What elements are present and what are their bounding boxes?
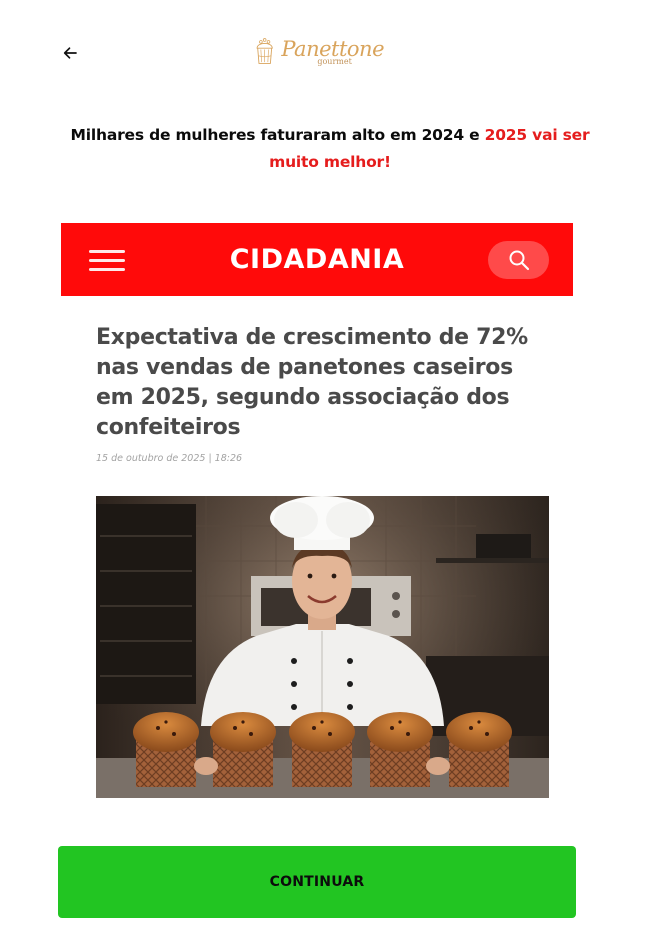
back-button[interactable] bbox=[58, 41, 82, 65]
search-icon bbox=[509, 250, 529, 271]
panettone-logo: Panettone gourmet bbox=[252, 28, 384, 76]
panettone-cake-icon bbox=[256, 38, 273, 64]
headline-text: Milhares de mulheres faturaram alto em 2… bbox=[70, 126, 485, 144]
news-article-card: CIDADANIA Expectativa de crescimento de … bbox=[61, 223, 573, 807]
logo-subtitle: gourmet bbox=[317, 56, 352, 66]
chef-with-panettones-image bbox=[96, 496, 549, 798]
article-date: 15 de outubro de 2025 | 18:26 bbox=[96, 453, 243, 464]
continue-button[interactable]: CONTINUAR bbox=[58, 846, 576, 918]
news-header-bar: CIDADANIA bbox=[61, 223, 573, 296]
article-title: Expectativa de crescimento de 72% nas ve… bbox=[96, 325, 528, 440]
arrow-left-icon bbox=[63, 47, 77, 59]
article-photo bbox=[96, 496, 549, 798]
page-headline: Milhares de mulheres faturaram alto em 2… bbox=[60, 122, 600, 176]
search-button[interactable] bbox=[488, 241, 549, 279]
